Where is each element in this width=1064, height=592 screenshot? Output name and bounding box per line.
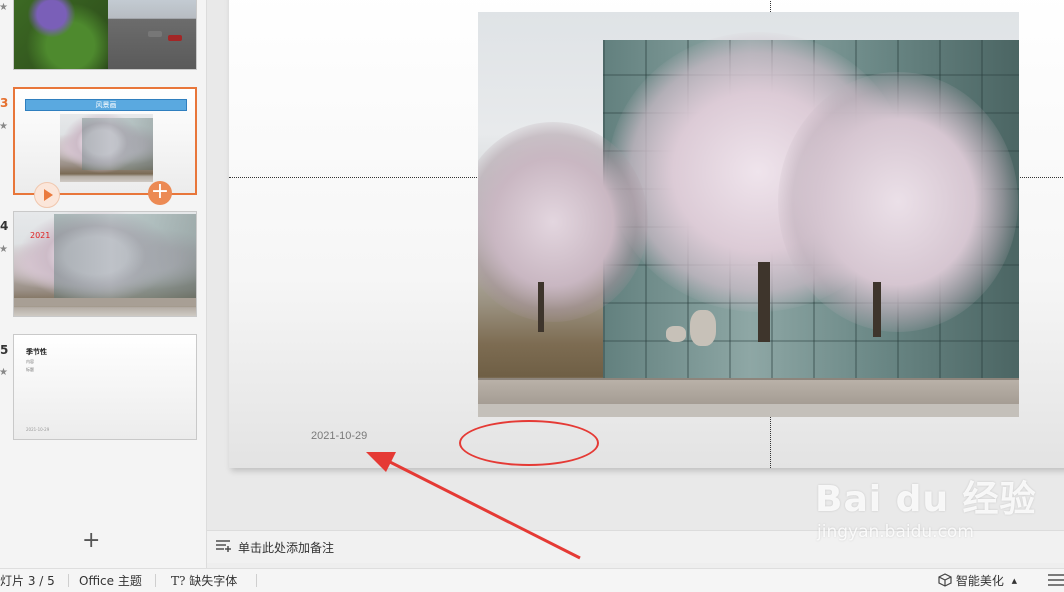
thumb-line-1: 内容 (26, 359, 34, 364)
slide-date-text[interactable]: 2021-10-29 (311, 430, 367, 442)
slide-thumbnail-3[interactable]: 风景画 (13, 87, 197, 195)
theme-name[interactable]: Office 主题 (79, 572, 142, 589)
smart-beautify-button[interactable]: 智能美化 ▲ (938, 572, 1017, 589)
slide-number-5: 5 (0, 343, 9, 357)
thumb-title: 季节性 (26, 348, 47, 356)
watermark-brand: Bai du 经验 (815, 479, 1037, 520)
font-warning-icon: T? (171, 574, 186, 588)
chevron-up-icon: ▲ (1011, 577, 1018, 585)
annotation-circle (459, 420, 599, 466)
slide-thumbnail-2[interactable] (13, 0, 197, 70)
notes-placeholder[interactable]: 单击此处添加备注 (238, 539, 334, 556)
status-bar: 幻灯片 3 / 5 Office 主题 T? 缺失字体 智能美化 ▲ (0, 568, 1064, 592)
cube-icon (938, 573, 952, 587)
thumb-tree-photo (60, 114, 153, 182)
play-icon (44, 189, 53, 201)
thumb-line-2: 标题 (26, 367, 34, 372)
add-slide-after-button[interactable]: + (148, 181, 172, 205)
watermark-url: jingyan.baidu.com (817, 522, 974, 542)
thumb-date-label: 2021 (30, 231, 51, 240)
slide-counter: 幻灯片 3 / 5 (0, 574, 55, 588)
notes-list-icon (216, 540, 231, 552)
plus-icon: + (150, 179, 170, 204)
slide-picture[interactable] (478, 12, 1019, 417)
missing-font-button[interactable]: T? 缺失字体 (171, 572, 237, 589)
slide-number-4: 4 (0, 219, 9, 233)
slide-thumbnail-5[interactable]: 季节性 内容 标题 2021-10-29 (13, 334, 197, 440)
thumb-title-bar: 风景画 (25, 99, 187, 111)
slide-4-star-icon: ★ (0, 244, 8, 255)
slide-5-star-icon: ★ (0, 367, 8, 378)
menu-icon[interactable] (1046, 573, 1064, 587)
slide-3-star-icon: ★ (0, 121, 8, 132)
slide-thumbnail-4[interactable]: 2021 (13, 211, 197, 317)
slide-number-3: 3 (0, 96, 9, 110)
thumb-footer-date: 2021-10-29 (26, 427, 50, 432)
iris-photo (14, 0, 108, 69)
slide-2-star-icon: ★ (0, 2, 8, 13)
road-photo (108, 0, 196, 69)
missing-font-label: 缺失字体 (189, 574, 238, 588)
current-slide[interactable]: 2021-10-29 (229, 0, 1064, 468)
play-slide-button[interactable] (34, 182, 60, 208)
slide-thumbnail-panel: ★ 3 ★ 风景画 + 4 ★ 2021 5 ★ 季节性 内容 标题 2021-… (0, 0, 207, 568)
baidu-watermark: Bai du 经验 jingyan.baidu.com (815, 470, 1037, 542)
slide-canvas-area: 2021-10-29 (207, 0, 1064, 530)
new-slide-button[interactable]: + (82, 530, 100, 552)
smart-beautify-label: 智能美化 (955, 574, 1004, 588)
